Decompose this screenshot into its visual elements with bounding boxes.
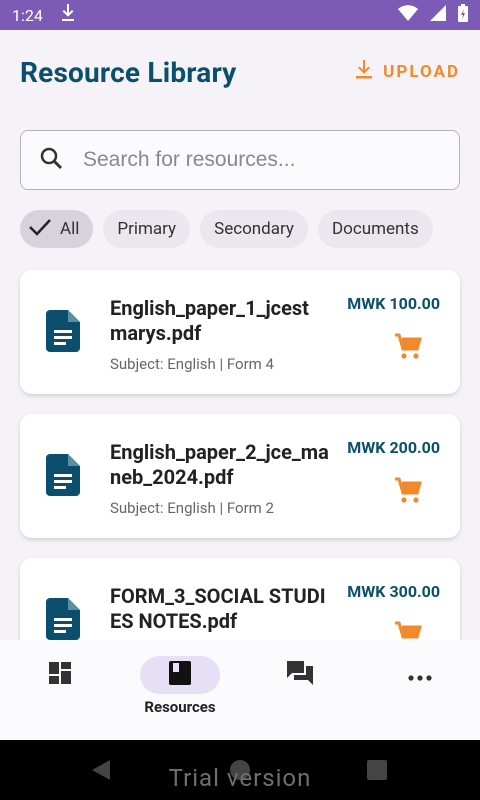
dashboard-icon <box>48 661 72 689</box>
nav-label: Resources <box>144 698 216 716</box>
search-input[interactable] <box>81 147 441 173</box>
cart-icon[interactable] <box>394 332 423 364</box>
document-icon <box>46 598 80 640</box>
bottom-navigation: Resources <box>0 640 480 740</box>
cart-icon[interactable] <box>394 620 423 640</box>
filter-chip-documents[interactable]: Documents <box>317 210 433 248</box>
resource-name: FORM_3_SOCIAL STUDIES NOTES.pdf <box>110 584 326 633</box>
battery-icon <box>458 4 468 26</box>
status-time: 1:24 <box>12 5 43 25</box>
nav-indicator <box>260 656 340 694</box>
more-horizontal-icon <box>408 666 432 685</box>
nav-indicator <box>140 656 220 694</box>
resource-name: English_paper_2_jce_maneb_2024.pdf <box>110 440 329 489</box>
filter-chip-label: Secondary <box>214 219 294 239</box>
watermark: Trial version <box>168 764 312 792</box>
filter-chip-label: All <box>60 219 80 239</box>
resource-card[interactable]: English_paper_1_jcest marys.pdf Subject:… <box>20 270 460 394</box>
upload-button[interactable]: UPLOAD <box>355 59 460 85</box>
search-bar[interactable] <box>20 130 460 190</box>
filter-chip-label: Primary <box>117 219 177 239</box>
nav-item-dashboard[interactable] <box>0 640 120 740</box>
resource-name: English_paper_1_jcest marys.pdf <box>110 296 309 345</box>
signal-icon <box>430 5 446 25</box>
filter-chip-label: Documents <box>331 219 419 239</box>
header: Resource Library UPLOAD <box>20 52 460 92</box>
nav-item-more[interactable] <box>360 640 480 740</box>
cart-icon[interactable] <box>394 476 423 508</box>
app-content: Resource Library UPLOAD All Primary Seco… <box>0 30 480 640</box>
filter-chip-secondary[interactable]: Secondary <box>200 210 308 248</box>
filter-chips: All Primary Secondary Documents <box>20 210 433 248</box>
nav-item-forum[interactable] <box>240 640 360 740</box>
page-title: Resource Library <box>20 55 237 89</box>
resource-price: MWK 100.00 <box>347 294 440 313</box>
nav-indicator <box>20 656 100 694</box>
resource-card[interactable]: English_paper_2_jce_maneb_2024.pdf Subje… <box>20 414 460 538</box>
resource-meta: Subject: English | Form 2 <box>110 499 274 517</box>
resource-card[interactable]: FORM_3_SOCIAL STUDIES NOTES.pdf MWK 300.… <box>20 558 460 640</box>
filter-chip-primary[interactable]: Primary <box>103 210 191 248</box>
wifi-icon <box>398 5 418 25</box>
upload-label: UPLOAD <box>383 62 460 82</box>
document-icon <box>46 310 80 356</box>
filter-chip-all[interactable]: All <box>20 210 94 248</box>
download-icon <box>61 4 75 26</box>
resource-price: MWK 300.00 <box>347 582 440 601</box>
resource-meta: Subject: English | Form 4 <box>110 355 274 373</box>
document-icon <box>46 454 80 500</box>
status-bar: 1:24 <box>0 0 480 30</box>
forum-icon <box>286 660 314 690</box>
resource-price: MWK 200.00 <box>347 438 440 457</box>
check-icon <box>28 217 52 242</box>
nav-item-resources[interactable]: Resources <box>120 640 240 740</box>
search-icon <box>39 146 63 174</box>
nav-indicator <box>380 656 460 694</box>
upload-icon <box>355 59 373 85</box>
book-icon <box>169 661 191 689</box>
